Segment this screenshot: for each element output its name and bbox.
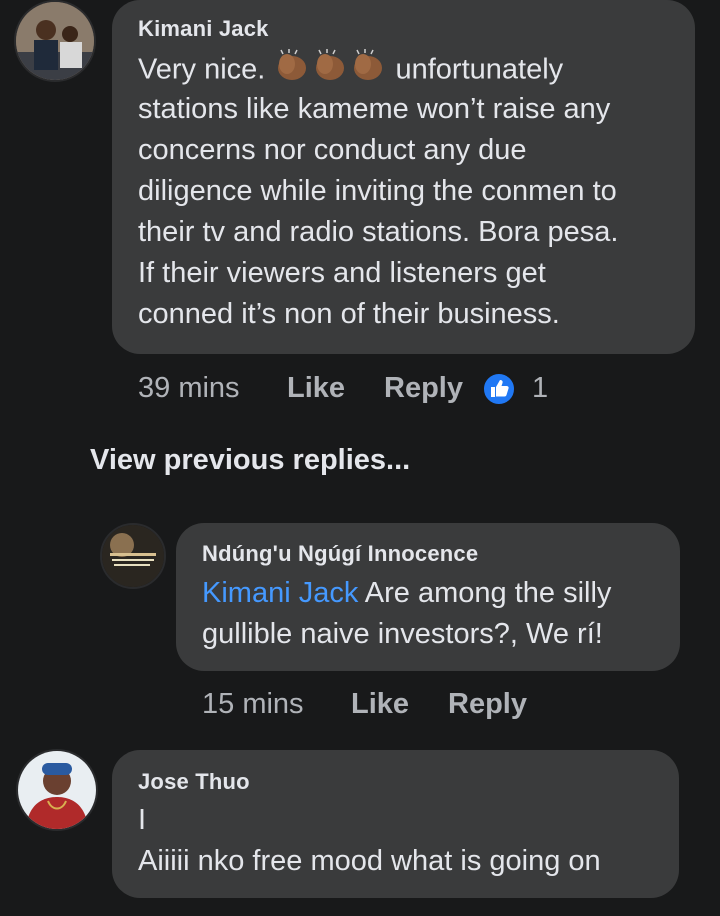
clapping-hands-icon	[311, 48, 349, 94]
avatar-kimani-jack[interactable]	[14, 0, 96, 82]
comment-text-line-4: diligence while inviting the conmen to	[138, 175, 617, 207]
comment2-text-line-2: Aiiiii nko free mood what is going on	[138, 845, 601, 877]
mention-link[interactable]: Kimani Jack	[202, 577, 358, 609]
view-previous-replies-link[interactable]: View previous replies...	[90, 444, 410, 477]
comment-text-line-6: If their viewers and listeners get	[138, 257, 546, 289]
avatar-ndungu-ngugi[interactable]	[100, 523, 166, 589]
like-button[interactable]: Like	[287, 372, 345, 405]
clapping-hands-icon	[273, 48, 311, 94]
reaction-count[interactable]: 1	[532, 372, 548, 405]
comment2-author-name[interactable]: Jose Thuo	[138, 769, 250, 795]
reply-author-name[interactable]: Ndúng'u Ngúgí Innocence	[202, 541, 478, 567]
reply-text-line-2: gullible naive investors?, We rí!	[202, 618, 603, 650]
reply-button[interactable]: Reply	[384, 372, 463, 405]
comment2-text-line-1: I	[138, 804, 147, 836]
comment-text-line-5: their tv and radio stations. Bora pesa.	[138, 216, 619, 248]
clapping-hands-icon	[349, 48, 387, 94]
reply-reply-button[interactable]: Reply	[448, 688, 527, 721]
comment-author-name[interactable]: Kimani Jack	[138, 16, 269, 42]
reply-text-rest: Are among the silly	[358, 577, 612, 609]
comment-text-line-3: concerns nor conduct any due	[138, 134, 527, 166]
like-reaction-icon[interactable]	[482, 372, 516, 406]
comment-text-line-2: stations like kameme won’t raise any	[138, 93, 611, 125]
avatar-jose-thuo[interactable]	[16, 749, 98, 831]
comment-text-line1-rest: unfortunately	[387, 53, 564, 86]
reply-time[interactable]: 15 mins	[202, 688, 304, 721]
comment-text-line-7: conned it’s non of their business.	[138, 298, 560, 330]
reply-like-button[interactable]: Like	[351, 688, 409, 721]
comment-text-line-1: Very nice. unfortunately	[138, 48, 563, 94]
comment-text-start: Very nice.	[138, 53, 274, 86]
reply-text-line-1: Kimani Jack Are among the silly	[202, 573, 611, 614]
comment-time[interactable]: 39 mins	[138, 372, 240, 405]
